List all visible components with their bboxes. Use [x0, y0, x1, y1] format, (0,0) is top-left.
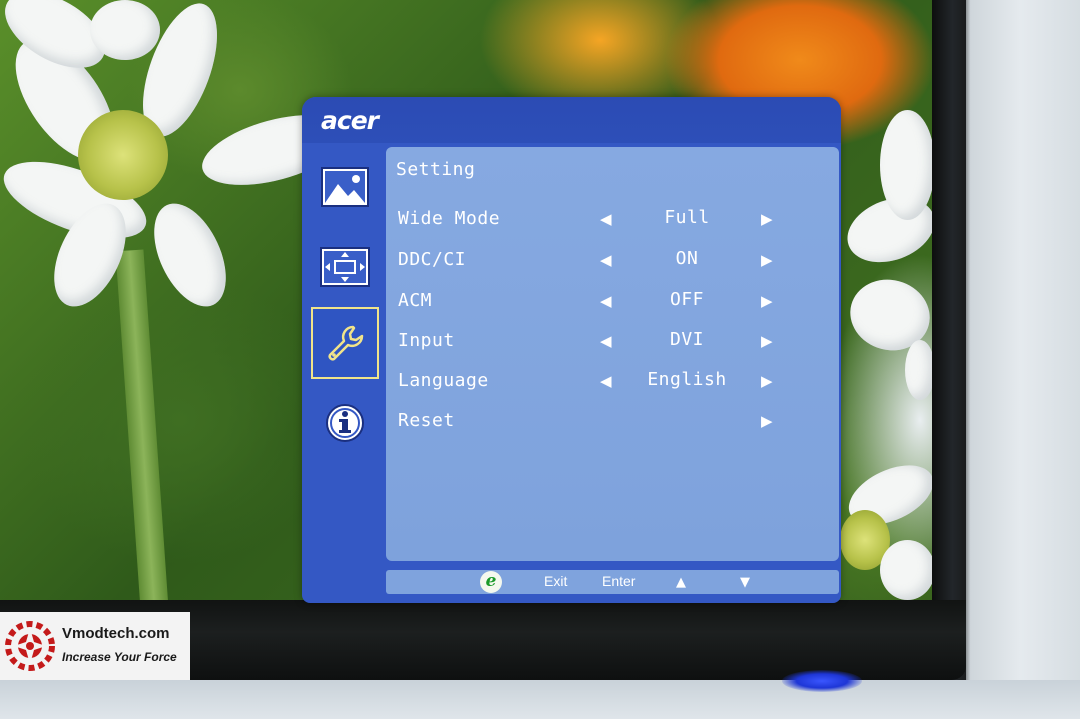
petal — [880, 540, 935, 600]
row-label: Wide Mode — [398, 208, 501, 229]
row-wide-mode[interactable]: Wide Mode ◀ Full ▶ — [386, 200, 839, 240]
right-arrow-icon[interactable]: ▶ — [761, 251, 773, 269]
right-arrow-icon[interactable]: ▶ — [761, 372, 773, 390]
left-arrow-icon[interactable]: ◀ — [600, 210, 612, 228]
petal — [905, 340, 935, 400]
panel-title: Setting — [396, 159, 476, 180]
petal — [90, 0, 160, 60]
position-icon — [320, 247, 370, 287]
row-label: DDC/CI — [398, 249, 467, 270]
info-icon — [326, 404, 364, 442]
row-input[interactable]: Input ◀ DVI ▶ — [386, 322, 839, 362]
row-label: Reset — [398, 410, 455, 431]
row-acm[interactable]: ACM ◀ OFF ▶ — [386, 282, 839, 322]
petal — [139, 192, 241, 318]
osd-menu: acer Setting Wide Mode ◀ Full ▶ DDC/CI ◀… — [302, 97, 841, 603]
enter-label[interactable]: Enter — [602, 573, 635, 589]
vmodtech-logo-icon — [5, 621, 55, 671]
tab-picture[interactable] — [311, 151, 379, 223]
watermark-tagline: Increase Your Force — [62, 650, 177, 664]
left-arrow-icon[interactable]: ◀ — [600, 332, 612, 350]
left-arrow-icon[interactable]: ◀ — [600, 292, 612, 310]
row-value: English — [647, 369, 727, 390]
right-arrow-icon[interactable]: ▶ — [761, 412, 773, 430]
osd-sidebar — [306, 143, 382, 603]
osd-header: acer — [302, 97, 841, 143]
up-arrow-icon[interactable]: ▲ — [676, 575, 686, 590]
exit-label[interactable]: Exit — [544, 573, 567, 589]
picture-icon — [321, 167, 369, 207]
row-language[interactable]: Language ◀ English ▶ — [386, 362, 839, 402]
row-label: Language — [398, 370, 489, 391]
right-arrow-icon[interactable]: ▶ — [761, 210, 773, 228]
watermark-name: Vmodtech.com — [62, 625, 170, 642]
flower-center — [78, 110, 168, 200]
row-value: OFF — [669, 289, 704, 310]
flower-stem — [115, 249, 169, 611]
e-key-icon[interactable]: e — [480, 571, 502, 593]
row-value: ON — [675, 248, 699, 269]
right-arrow-icon[interactable]: ▶ — [761, 332, 773, 350]
down-arrow-icon[interactable]: ▼ — [740, 575, 750, 590]
row-value: DVI — [669, 329, 704, 350]
row-label: ACM — [398, 290, 433, 311]
row-label: Input — [398, 330, 455, 351]
power-led — [782, 670, 862, 692]
left-arrow-icon[interactable]: ◀ — [600, 372, 612, 390]
tab-setting[interactable] — [311, 307, 379, 379]
row-reset[interactable]: Reset ▶ — [386, 402, 839, 442]
wrench-icon — [328, 325, 364, 361]
brand-logo: acer — [321, 106, 379, 135]
left-arrow-icon[interactable]: ◀ — [600, 251, 612, 269]
watermark: Vmodtech.com Increase Your Force — [0, 612, 190, 680]
row-value: Full — [664, 207, 710, 228]
right-arrow-icon[interactable]: ▶ — [761, 292, 773, 310]
settings-panel: Setting Wide Mode ◀ Full ▶ DDC/CI ◀ ON ▶… — [386, 147, 839, 561]
petal — [880, 110, 935, 220]
tab-information[interactable] — [311, 387, 379, 459]
row-ddc-ci[interactable]: DDC/CI ◀ ON ▶ — [386, 241, 839, 281]
desk-surface — [0, 680, 1080, 719]
tab-position[interactable] — [311, 231, 379, 303]
osd-footer: e Exit Enter ▲ ▼ — [386, 570, 839, 594]
